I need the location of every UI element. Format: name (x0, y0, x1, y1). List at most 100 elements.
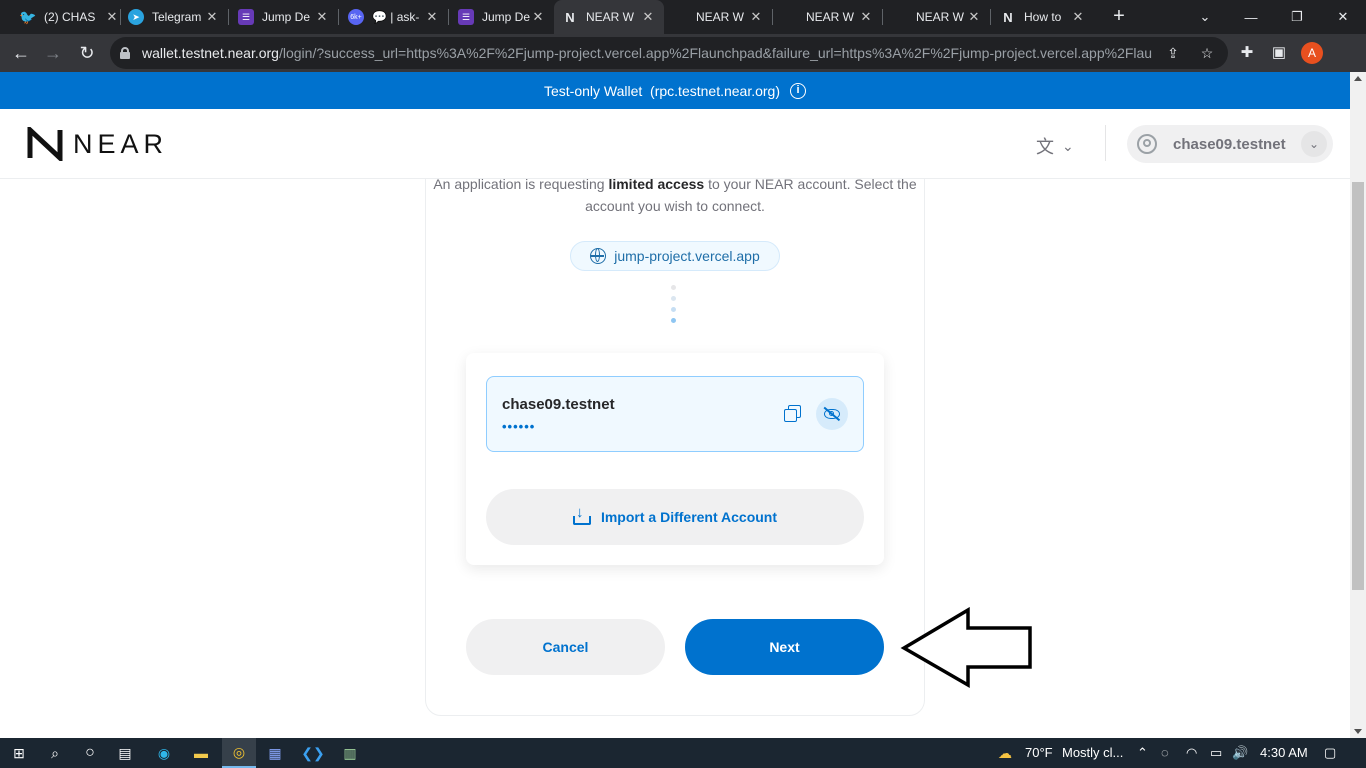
close-tab-icon[interactable]: ✕ (424, 9, 440, 25)
connection-dots (671, 285, 677, 329)
discord-icon: 6k+ (348, 9, 364, 25)
requesting-origin: jump-project.vercel.app (570, 241, 780, 271)
windows-start-icon[interactable]: ⊞ (8, 742, 30, 764)
side-panel-icon[interactable]: ▣ (1269, 43, 1289, 63)
chevron-up-icon[interactable]: ⌃ (1137, 745, 1148, 761)
browser-tab-active[interactable]: N NEAR W ✕ (554, 0, 664, 34)
selected-account-card[interactable]: chase09.testnet •••••• (486, 376, 864, 452)
bookmark-star-icon[interactable]: ☆ (1198, 44, 1216, 62)
close-tab-icon[interactable]: ✕ (858, 9, 874, 25)
chrome-icon[interactable]: ◎ (222, 738, 256, 768)
notes-icon[interactable]: ▥ (339, 742, 361, 764)
scroll-thumb[interactable] (1352, 182, 1364, 590)
browser-tab[interactable]: N How to ✕ (992, 0, 1094, 34)
edge-icon[interactable]: ◉ (153, 742, 175, 764)
blank-icon (892, 9, 908, 25)
close-tab-icon[interactable]: ✕ (966, 9, 982, 25)
wallet-header: NEAR 文 ⌄ chase09.testnet ⌄ (0, 109, 1350, 179)
near-logo-icon (27, 127, 63, 161)
account-dropdown[interactable]: chase09.testnet ⌄ (1127, 125, 1333, 163)
back-button[interactable]: ← (8, 40, 34, 66)
battery-icon[interactable]: ▭ (1210, 745, 1222, 761)
address-bar[interactable]: wallet.testnet.near.org/login/?success_u… (110, 37, 1228, 69)
vscode-icon[interactable]: ❮❯ (301, 742, 324, 764)
weather-text[interactable]: Mostly cl... (1062, 745, 1123, 760)
close-window-button[interactable]: ✕ (1320, 0, 1366, 34)
browser-tab-strip: 🐦 (2) CHAS ✕ ➤ Telegram ✕ ☰ Jump De ✕ 6k… (0, 0, 1366, 34)
browser-tab[interactable]: NEAR W ✕ (774, 0, 882, 34)
restore-button[interactable]: ❐ (1274, 0, 1320, 34)
close-tab-icon[interactable]: ✕ (104, 9, 120, 25)
info-icon[interactable]: i (790, 82, 807, 99)
annotation-arrow-icon (900, 607, 1032, 689)
import-account-button[interactable]: Import a Different Account (486, 489, 864, 545)
wifi-icon[interactable]: ◠ (1186, 745, 1197, 761)
chevron-down-icon: ⌄ (1301, 131, 1327, 157)
close-tab-icon[interactable]: ✕ (314, 9, 330, 25)
close-tab-icon[interactable]: ✕ (1070, 9, 1086, 25)
meet-now-icon[interactable]: ◌ (1161, 745, 1169, 760)
volume-icon[interactable]: 🔊 (1232, 745, 1248, 761)
task-view-icon[interactable]: ▤ (114, 742, 136, 764)
reload-button[interactable]: ↻ (74, 40, 100, 66)
minimize-button[interactable]: — (1228, 0, 1274, 34)
test-wallet-banner: Test-only Wallet (rpc.testnet.near.org) … (0, 72, 1350, 109)
copy-icon[interactable] (783, 404, 801, 422)
hidden-balance: •••••• (502, 419, 536, 434)
next-button[interactable]: Next (685, 619, 884, 675)
near-icon: N (1003, 9, 1013, 25)
close-tab-icon[interactable]: ✕ (640, 9, 656, 25)
forward-button[interactable]: → (40, 40, 66, 66)
near-icon: N (565, 9, 575, 25)
browser-tab[interactable]: ☰ Jump De ✕ (230, 0, 338, 34)
toggle-balance-button[interactable] (816, 398, 848, 430)
language-selector[interactable]: 文 ⌄ (1036, 133, 1074, 159)
form-icon: ☰ (238, 9, 254, 25)
close-tab-icon[interactable]: ✕ (530, 9, 546, 25)
download-icon (572, 504, 591, 526)
new-tab-button[interactable]: + (1108, 5, 1130, 27)
close-tab-icon[interactable]: ✕ (748, 9, 764, 25)
browser-tab[interactable]: NEAR W ✕ (884, 0, 990, 34)
browser-tab[interactable]: NEAR W ✕ (664, 0, 772, 34)
browser-tab[interactable]: 🐦 (2) CHAS ✕ (12, 0, 128, 34)
file-explorer-icon[interactable]: ▬ (190, 742, 212, 764)
page-scrollbar[interactable] (1350, 72, 1366, 738)
blank-icon (782, 9, 798, 25)
account-avatar-icon (1137, 134, 1157, 154)
browser-toolbar: ← → ↻ wallet.testnet.near.org/login/?suc… (0, 34, 1366, 72)
near-logo[interactable]: NEAR (27, 127, 168, 161)
eye-off-icon (824, 409, 840, 419)
login-description: An application is requesting limited acc… (433, 176, 917, 214)
temperature-text[interactable]: 70°F (1025, 745, 1053, 760)
form-icon: ☰ (458, 9, 474, 25)
url-text[interactable]: wallet.testnet.near.org/login/?success_u… (142, 45, 1152, 61)
notification-icon[interactable]: ▢ (1324, 745, 1336, 761)
account-selection-panel: chase09.testnet •••••• Import a Differen… (466, 353, 884, 565)
browser-tab[interactable]: ☰ Jump De ✕ (450, 0, 554, 34)
cancel-button[interactable]: Cancel (466, 619, 665, 675)
chevron-down-icon: ⌄ (1062, 137, 1074, 154)
scroll-down-arrow[interactable] (1354, 729, 1362, 734)
windows-taskbar: ⊞ ⌕ ○ ▤ ◉ ▬ ◎ ▦ ❮❯ ▥ ☁ 70°F Mostly cl...… (0, 738, 1366, 768)
globe-icon (590, 248, 607, 264)
twitter-icon: 🐦 (19, 8, 37, 25)
clock-text[interactable]: 4:30 AM (1260, 745, 1308, 760)
extensions-icon[interactable]: ✚ (1237, 43, 1257, 63)
banner-text: Test-only Wallet (rpc.testnet.near.org) (543, 82, 781, 99)
telegram-icon: ➤ (128, 9, 144, 25)
login-card: An application is requesting limited acc… (425, 120, 925, 716)
profile-avatar[interactable]: A (1301, 42, 1323, 64)
browser-tab[interactable]: 6k+ 💬 | ask- ✕ (340, 0, 448, 34)
cortana-icon[interactable]: ○ (79, 742, 101, 764)
browser-tab[interactable]: ➤ Telegram ✕ (120, 0, 228, 34)
weather-icon[interactable]: ☁ (994, 742, 1016, 764)
app-icon[interactable]: ▦ (264, 742, 286, 764)
translate-icon: 文 (1036, 137, 1054, 157)
search-icon[interactable]: ⌕ (44, 742, 66, 764)
close-tab-icon[interactable]: ✕ (204, 9, 220, 25)
scroll-up-arrow[interactable] (1354, 76, 1362, 81)
tab-search-icon[interactable]: ⌄ (1182, 0, 1228, 34)
lock-icon[interactable] (120, 47, 130, 59)
share-icon[interactable]: ⇪ (1164, 44, 1182, 62)
